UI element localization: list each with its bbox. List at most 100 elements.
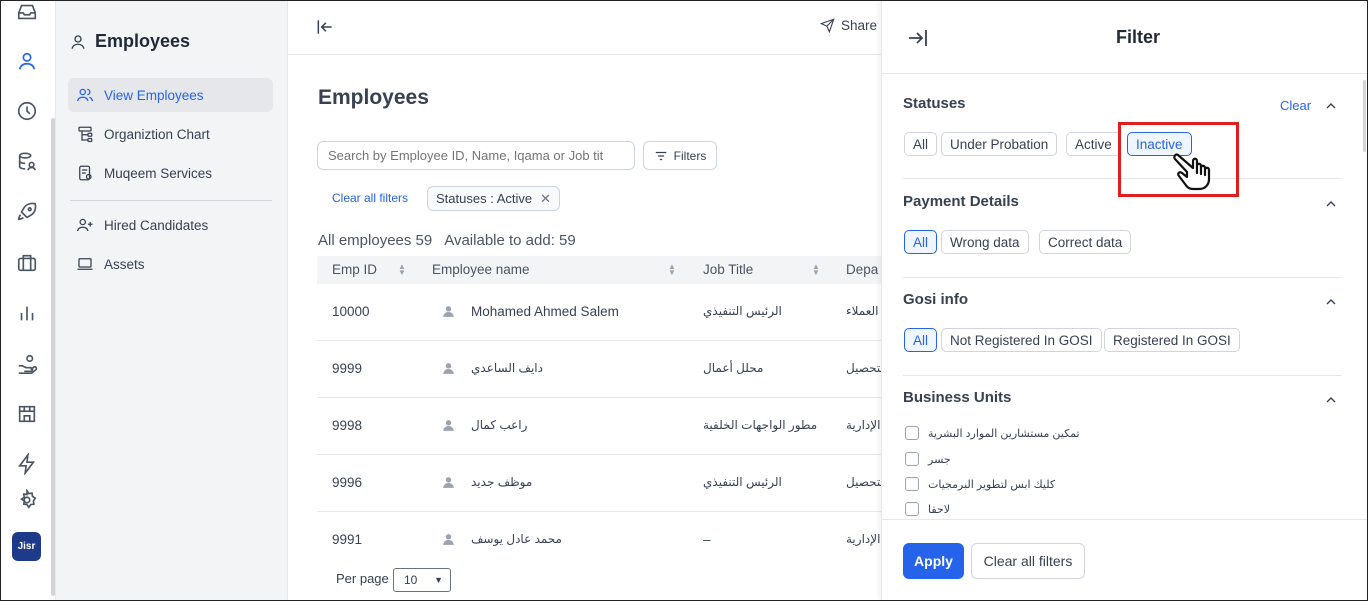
emp-id: 9999 [332,361,363,376]
briefcase-icon[interactable] [15,251,39,275]
chevron-up-icon[interactable] [1323,196,1339,215]
gosi-option-all[interactable]: All [904,328,938,352]
employee-name[interactable]: دايف الساعدي [471,361,543,375]
business-unit-option[interactable]: كليك ابس لتطوير البرمجيات [905,477,1055,491]
clock-icon[interactable] [15,99,39,123]
checkbox[interactable] [905,426,919,440]
laptop-icon [77,258,93,270]
hand-pointer-icon [1173,146,1223,195]
sidebar-item-assets[interactable]: Assets [68,247,273,281]
job-title: مطور الواجهات الخلفية [703,418,818,432]
sidebar-item-org-chart[interactable]: Organiztion Chart [68,117,273,151]
checkbox[interactable] [905,452,919,466]
table-row[interactable]: 9996 موظف جديد الرئيس التنفيذي التحصيل [317,455,881,512]
checkbox[interactable] [905,502,919,516]
sidebar-item-hired-candidates[interactable]: Hired Candidates [68,208,273,242]
clear-all-filters-link[interactable]: Clear all filters [332,191,408,205]
database-user-icon[interactable] [15,150,39,174]
per-page-label: Per page [336,571,389,586]
sidebar-title: Employees [69,31,190,52]
available-count: Available to add: 59 [444,232,576,249]
employee-name[interactable]: راعب كمال [471,418,527,432]
business-unit-label: تمكين مستشارين الموارد البشرية [928,427,1080,440]
chevron-up-icon[interactable] [1323,98,1339,117]
sort-icon[interactable]: ▲ ▼ [398,263,406,277]
inbox-icon[interactable] [15,0,39,24]
filter-panel: Filter Statuses Clear All Under Probatio… [881,0,1368,601]
sidebar-item-muqeem[interactable]: Muqeem Services [68,156,273,190]
business-units-title: Business Units [903,389,1012,406]
business-unit-label: كليك ابس لتطوير البرمجيات [928,478,1056,491]
table-row[interactable]: 9999 دايف الساعدي محلل أعمال التحصيل [317,341,881,398]
column-header[interactable]: Emp ID [332,262,377,277]
apply-button[interactable]: Apply [903,543,964,579]
business-unit-option[interactable]: لاحقا [905,502,950,516]
user-icon[interactable] [9,43,45,79]
all-employees-count: All employees 59 [318,232,433,249]
sidebar-item-label: Hired Candidates [104,217,209,233]
rail-scrollbar[interactable] [51,118,55,596]
business-unit-option[interactable]: تمكين مستشارين الموارد البشرية [905,426,1080,440]
rocket-icon[interactable] [15,200,39,224]
document-icon [79,165,92,181]
employees-sidebar: Employees View Employees Organiztion Cha… [56,0,288,601]
payment-option-all[interactable]: All [904,230,938,254]
gosi-option-registered[interactable]: Registered In GOSI [1104,328,1240,352]
job-title: – [703,532,711,547]
business-unit-option[interactable]: جسر [905,452,951,466]
table-row[interactable]: 10000 Mohamed Ahmed Salem الرئيس التنفيذ… [317,284,881,341]
department: خدمة العملاء [846,304,881,318]
sort-icon[interactable]: ▲ ▼ [668,263,676,277]
payment-option-correct-data[interactable]: Correct data [1039,230,1132,254]
payment-option-wrong-data[interactable]: Wrong data [941,230,1029,254]
filters-button[interactable]: Filters [643,141,717,170]
emp-id: 9998 [332,418,363,433]
emp-id: 9991 [332,532,363,547]
clear-all-filters-button[interactable]: Clear all filters [971,543,1085,579]
panel-scrollbar[interactable] [1363,80,1366,152]
avatar-icon [442,305,455,321]
search-input[interactable] [317,141,635,170]
jisr-logo[interactable]: Jisr [12,532,41,561]
share-button[interactable]: Share [820,18,877,33]
filter-panel-header: Filter [882,0,1368,74]
close-panel-icon[interactable] [906,26,930,53]
user-plus-icon [76,218,93,232]
payment-details-title: Payment Details [903,193,1019,210]
close-icon[interactable]: ✕ [540,191,551,207]
employee-name[interactable]: محمد عادل يوسف [471,532,562,546]
hand-coin-icon[interactable] [15,352,39,376]
status-option-active[interactable]: Active [1066,132,1121,156]
avatar-icon [442,476,455,492]
column-header[interactable]: Depa [846,262,878,277]
bar-chart-icon[interactable] [15,301,39,325]
gear-icon[interactable] [15,488,39,512]
sidebar-item-label: Muqeem Services [104,165,213,181]
checkbox[interactable] [905,477,919,491]
employee-name[interactable]: موظف جديد [471,475,532,489]
per-page-select[interactable]: 10 ▼ [393,568,451,592]
table-row[interactable]: 9998 راعب كمال مطور الواجهات الخلفية الإ… [317,398,881,455]
job-title: الرئيس التنفيذي [703,475,782,489]
store-icon[interactable] [15,402,39,426]
sidebar-title-label: Employees [95,31,191,51]
collapse-sidebar-icon[interactable] [315,17,335,40]
column-header[interactable]: Employee name [432,262,530,277]
chevron-up-icon[interactable] [1323,294,1339,313]
column-header[interactable]: Job Title [703,262,753,277]
employee-name[interactable]: Mohamed Ahmed Salem [471,304,619,319]
table-row[interactable]: 9991 محمد عادل يوسف – الإدارية [317,512,881,569]
sort-icon[interactable]: ▲ ▼ [812,263,820,277]
avatar-icon [442,419,455,435]
department: التحصيل [846,475,881,489]
gosi-option-not-registered[interactable]: Not Registered In GOSI [941,328,1102,352]
chevron-up-icon[interactable] [1323,392,1339,411]
statuses-clear-link[interactable]: Clear [1280,98,1311,113]
sidebar-item-view-employees[interactable]: View Employees [68,78,273,112]
emp-id: 10000 [332,304,370,319]
main-content: Share Employees Filters Clear all filter… [288,0,881,601]
status-option-under-probation[interactable]: Under Probation [941,132,1058,156]
status-option-all[interactable]: All [904,132,938,156]
lightning-icon[interactable] [15,452,39,476]
section-divider [903,375,1342,376]
